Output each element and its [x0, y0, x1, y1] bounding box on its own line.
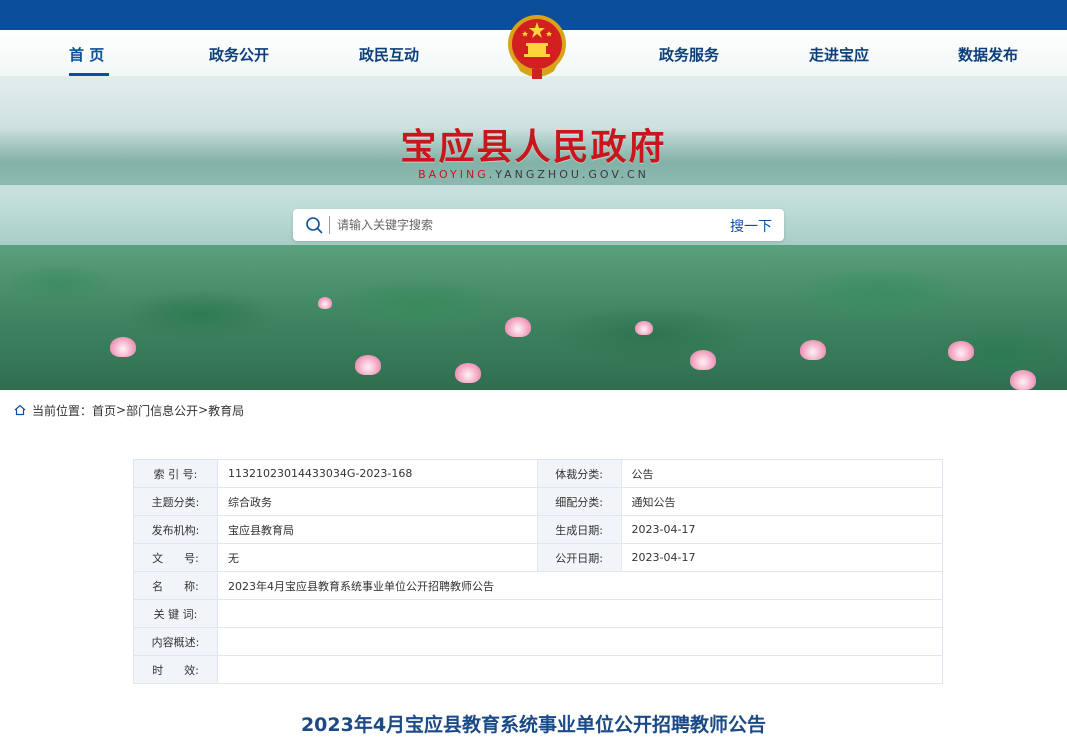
- lotus-flower: [110, 337, 136, 357]
- table-row: 时 效:: [133, 655, 944, 684]
- detail-category-key: 细配分类:: [536, 487, 622, 516]
- lotus-flower: [948, 341, 974, 361]
- table-row: 文 号: 无 公开日期: 2023-04-17: [133, 543, 944, 572]
- table-row: 发布机构: 宝应县教育局 生成日期: 2023-04-17: [133, 515, 944, 544]
- search-button[interactable]: 搜一下: [730, 216, 772, 236]
- name-key: 名 称:: [133, 571, 218, 600]
- table-row: 索 引 号: 11321023014433034G-2023-168 体裁分类:…: [133, 459, 944, 488]
- breadcrumb-home[interactable]: 首页: [92, 402, 116, 419]
- nav-home[interactable]: 首 页: [69, 44, 104, 65]
- breadcrumb-label: 当前位置：: [32, 403, 93, 418]
- home-icon: [14, 404, 26, 416]
- genre-key: 体裁分类:: [536, 459, 622, 488]
- index-no-value: 11321023014433034G-2023-168: [216, 459, 538, 488]
- lotus-flower: [455, 363, 481, 383]
- breadcrumb-education-bureau[interactable]: 教育局: [208, 402, 244, 419]
- nav-government-services[interactable]: 政务服务: [659, 44, 719, 65]
- lotus-flower: [505, 317, 531, 337]
- search-icon: [306, 217, 323, 234]
- header-banner: 首 页 政务公开 政民互动 政务服务 走进宝应 数据发布 宝应县人民政府 BAO…: [0, 0, 1067, 390]
- lotus-flower: [690, 350, 716, 370]
- doc-number-value: 无: [216, 543, 538, 572]
- document-info-table: 索 引 号: 11321023014433034G-2023-168 体裁分类:…: [133, 459, 944, 684]
- table-row: 名 称: 2023年4月宝应县教育系统事业单位公开招聘教师公告: [133, 571, 944, 600]
- national-emblem-icon: [508, 15, 566, 79]
- article-title: 2023年4月宝应县教育系统事业单位公开招聘教师公告: [300, 714, 767, 736]
- created-date-key: 生成日期:: [536, 515, 622, 544]
- detail-category-value: 通知公告: [620, 487, 944, 516]
- genre-value: 公告: [620, 459, 944, 488]
- public-date-value: 2023-04-17: [620, 543, 944, 572]
- keywords-key: 关 键 词:: [133, 599, 218, 628]
- doc-number-key: 文 号:: [133, 543, 218, 572]
- breadcrumb-dept-info[interactable]: 部门信息公开: [126, 402, 198, 419]
- table-row: 主题分类: 综合政务 细配分类: 通知公告: [133, 487, 944, 516]
- nav-active-underline: [69, 73, 109, 76]
- lotus-flower: [318, 297, 332, 309]
- site-title: 宝应县人民政府: [400, 126, 667, 168]
- public-date-key: 公开日期:: [536, 543, 622, 572]
- summary-key: 内容概述:: [133, 627, 218, 656]
- lotus-flower: [1010, 370, 1036, 390]
- search-input[interactable]: [337, 213, 717, 237]
- created-date-value: 2023-04-17: [620, 515, 944, 544]
- search-box: 搜一下: [293, 209, 784, 241]
- site-url-prefix: BAOYING: [418, 168, 489, 181]
- nav-government-affairs[interactable]: 政务公开: [209, 44, 269, 65]
- validity-key: 时 效:: [133, 655, 218, 684]
- nav-about-baoying[interactable]: 走进宝应: [809, 44, 869, 65]
- breadcrumb: 当前位置： 首页 > 部门信息公开 > 教育局: [14, 402, 244, 418]
- site-url: BAOYING.YANGZHOU.GOV.CN: [0, 168, 1067, 181]
- lotus-flower: [355, 355, 381, 375]
- breadcrumb-separator: >: [198, 403, 209, 417]
- site-url-domain: .YANGZHOU.GOV.CN: [488, 168, 649, 181]
- topic-value: 综合政务: [216, 487, 538, 516]
- table-row: 关 键 词:: [133, 599, 944, 628]
- index-no-key: 索 引 号:: [133, 459, 218, 488]
- lotus-flower: [800, 340, 826, 360]
- keywords-value: [216, 599, 944, 628]
- publisher-key: 发布机构:: [133, 515, 218, 544]
- search-divider: [329, 216, 330, 234]
- banner-lotus-bed: [0, 245, 1067, 390]
- publisher-value: 宝应县教育局: [216, 515, 538, 544]
- nav-data-release[interactable]: 数据发布: [958, 44, 1018, 65]
- table-row: 内容概述:: [133, 627, 944, 656]
- nav-public-interaction[interactable]: 政民互动: [359, 44, 419, 65]
- validity-value: [216, 655, 944, 684]
- summary-value: [216, 627, 944, 656]
- lotus-flower: [635, 321, 653, 335]
- topic-key: 主题分类:: [133, 487, 218, 516]
- breadcrumb-separator: >: [116, 403, 127, 417]
- name-value: 2023年4月宝应县教育系统事业单位公开招聘教师公告: [216, 571, 944, 600]
